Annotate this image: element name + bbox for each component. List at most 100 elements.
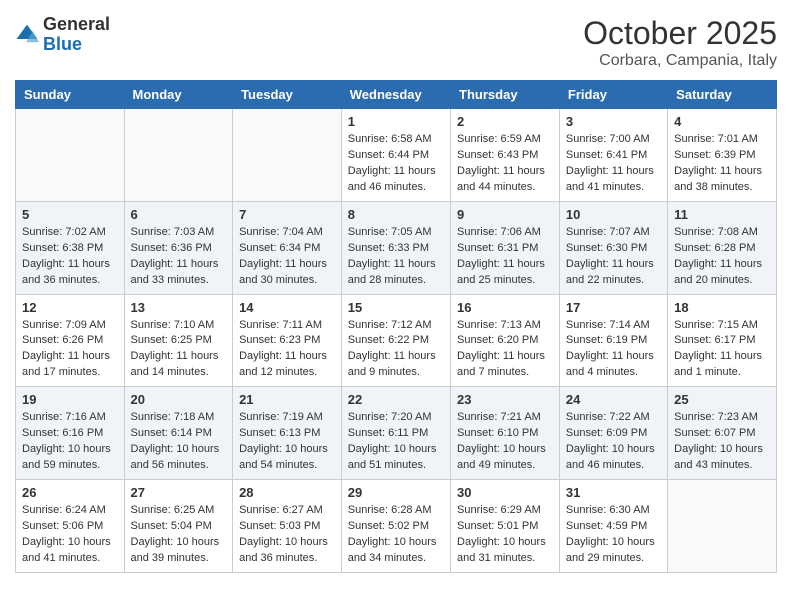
day-number: 22 [348,392,444,407]
calendar-week-row: 19 Sunrise: 7:16 AM Sunset: 6:16 PM Dayli… [16,387,777,480]
calendar-cell: 14 Sunrise: 7:11 AM Sunset: 6:23 PM Dayli… [233,294,342,387]
day-number: 7 [239,207,335,222]
day-info: Sunrise: 7:08 AM Sunset: 6:28 PM Dayligh… [674,225,770,289]
calendar-cell [124,109,233,202]
day-info: Sunrise: 7:02 AM Sunset: 6:38 PM Dayligh… [22,225,118,289]
day-number: 3 [566,114,661,129]
calendar-cell: 29 Sunrise: 6:28 AM Sunset: 5:02 PM Dayli… [341,480,450,573]
day-number: 11 [674,207,770,222]
day-number: 15 [348,300,444,315]
calendar-table: SundayMondayTuesdayWednesdayThursdayFrid… [15,80,777,573]
day-number: 28 [239,485,335,500]
day-number: 5 [22,207,118,222]
day-info: Sunrise: 7:10 AM Sunset: 6:25 PM Dayligh… [131,318,227,382]
calendar-cell: 23 Sunrise: 7:21 AM Sunset: 6:10 PM Dayli… [451,387,560,480]
calendar-cell: 26Sunrise: 6:24 AM Sunset: 5:06 PM Dayli… [16,480,125,573]
day-number: 8 [348,207,444,222]
day-info: Sunrise: 7:16 AM Sunset: 6:16 PM Dayligh… [22,410,118,474]
day-info: Sunrise: 7:11 AM Sunset: 6:23 PM Dayligh… [239,318,335,382]
day-info: Sunrise: 7:06 AM Sunset: 6:31 PM Dayligh… [457,225,553,289]
day-info: Sunrise: 6:27 AM Sunset: 5:03 PM Dayligh… [239,503,335,567]
calendar-cell: 7 Sunrise: 7:04 AM Sunset: 6:34 PM Daylig… [233,201,342,294]
month-title: October 2025 [583,15,777,52]
day-info: Sunrise: 6:29 AM Sunset: 5:01 PM Dayligh… [457,503,553,567]
day-number: 25 [674,392,770,407]
calendar-week-row: 1Sunrise: 6:58 AM Sunset: 6:44 PM Daylig… [16,109,777,202]
day-number: 20 [131,392,227,407]
calendar-week-row: 12Sunrise: 7:09 AM Sunset: 6:26 PM Dayli… [16,294,777,387]
day-header-thursday: Thursday [451,81,560,109]
day-number: 13 [131,300,227,315]
day-info: Sunrise: 7:00 AM Sunset: 6:41 PM Dayligh… [566,132,661,196]
calendar-cell: 25 Sunrise: 7:23 AM Sunset: 6:07 PM Dayli… [668,387,777,480]
calendar-cell: 17Sunrise: 7:14 AM Sunset: 6:19 PM Dayli… [559,294,667,387]
day-number: 21 [239,392,335,407]
day-info: Sunrise: 7:22 AM Sunset: 6:09 PM Dayligh… [566,410,661,474]
calendar-cell: 12Sunrise: 7:09 AM Sunset: 6:26 PM Dayli… [16,294,125,387]
logo: General Blue [15,15,110,55]
day-info: Sunrise: 7:01 AM Sunset: 6:39 PM Dayligh… [674,132,770,196]
calendar-cell: 11 Sunrise: 7:08 AM Sunset: 6:28 PM Dayli… [668,201,777,294]
calendar-week-row: 26Sunrise: 6:24 AM Sunset: 5:06 PM Dayli… [16,480,777,573]
day-number: 23 [457,392,553,407]
calendar-cell: 1Sunrise: 6:58 AM Sunset: 6:44 PM Daylig… [341,109,450,202]
calendar-cell: 3 Sunrise: 7:00 AM Sunset: 6:41 PM Daylig… [559,109,667,202]
day-info: Sunrise: 6:58 AM Sunset: 6:44 PM Dayligh… [348,132,444,196]
calendar-cell: 15 Sunrise: 7:12 AM Sunset: 6:22 PM Dayli… [341,294,450,387]
day-info: Sunrise: 7:20 AM Sunset: 6:11 PM Dayligh… [348,410,444,474]
day-number: 19 [22,392,118,407]
day-number: 18 [674,300,770,315]
day-number: 9 [457,207,553,222]
location-title: Corbara, Campania, Italy [583,52,777,70]
day-info: Sunrise: 7:04 AM Sunset: 6:34 PM Dayligh… [239,225,335,289]
calendar-cell: 27 Sunrise: 6:25 AM Sunset: 5:04 PM Dayli… [124,480,233,573]
day-info: Sunrise: 6:24 AM Sunset: 5:06 PM Dayligh… [22,503,118,567]
page-header: General Blue October 2025 Corbara, Campa… [15,15,777,70]
day-number: 31 [566,485,661,500]
calendar-cell: 19 Sunrise: 7:16 AM Sunset: 6:16 PM Dayli… [16,387,125,480]
calendar-cell: 24Sunrise: 7:22 AM Sunset: 6:09 PM Dayli… [559,387,667,480]
day-info: Sunrise: 7:18 AM Sunset: 6:14 PM Dayligh… [131,410,227,474]
title-block: October 2025 Corbara, Campania, Italy [583,15,777,70]
day-header-sunday: Sunday [16,81,125,109]
day-info: Sunrise: 7:19 AM Sunset: 6:13 PM Dayligh… [239,410,335,474]
day-info: Sunrise: 6:28 AM Sunset: 5:02 PM Dayligh… [348,503,444,567]
logo-icon [15,23,39,47]
day-header-wednesday: Wednesday [341,81,450,109]
calendar-cell: 18 Sunrise: 7:15 AM Sunset: 6:17 PM Dayli… [668,294,777,387]
day-number: 14 [239,300,335,315]
day-info: Sunrise: 7:14 AM Sunset: 6:19 PM Dayligh… [566,318,661,382]
day-info: Sunrise: 7:03 AM Sunset: 6:36 PM Dayligh… [131,225,227,289]
day-info: Sunrise: 7:23 AM Sunset: 6:07 PM Dayligh… [674,410,770,474]
calendar-week-row: 5 Sunrise: 7:02 AM Sunset: 6:38 PM Daylig… [16,201,777,294]
day-number: 4 [674,114,770,129]
calendar-cell: 21 Sunrise: 7:19 AM Sunset: 6:13 PM Dayli… [233,387,342,480]
day-info: Sunrise: 7:21 AM Sunset: 6:10 PM Dayligh… [457,410,553,474]
day-number: 2 [457,114,553,129]
day-number: 29 [348,485,444,500]
day-number: 10 [566,207,661,222]
calendar-cell [16,109,125,202]
calendar-cell: 28 Sunrise: 6:27 AM Sunset: 5:03 PM Dayli… [233,480,342,573]
calendar-cell: 31Sunrise: 6:30 AM Sunset: 4:59 PM Dayli… [559,480,667,573]
calendar-header-row: SundayMondayTuesdayWednesdayThursdayFrid… [16,81,777,109]
calendar-cell: 20 Sunrise: 7:18 AM Sunset: 6:14 PM Dayli… [124,387,233,480]
calendar-cell: 13 Sunrise: 7:10 AM Sunset: 6:25 PM Dayli… [124,294,233,387]
day-info: Sunrise: 6:25 AM Sunset: 5:04 PM Dayligh… [131,503,227,567]
calendar-cell: 2Sunrise: 6:59 AM Sunset: 6:43 PM Daylig… [451,109,560,202]
calendar-cell: 16 Sunrise: 7:13 AM Sunset: 6:20 PM Dayli… [451,294,560,387]
day-number: 6 [131,207,227,222]
logo-text: General Blue [43,15,110,55]
day-header-monday: Monday [124,81,233,109]
day-number: 16 [457,300,553,315]
calendar-cell: 6 Sunrise: 7:03 AM Sunset: 6:36 PM Daylig… [124,201,233,294]
day-info: Sunrise: 7:15 AM Sunset: 6:17 PM Dayligh… [674,318,770,382]
day-info: Sunrise: 7:09 AM Sunset: 6:26 PM Dayligh… [22,318,118,382]
calendar-cell: 5 Sunrise: 7:02 AM Sunset: 6:38 PM Daylig… [16,201,125,294]
day-info: Sunrise: 7:12 AM Sunset: 6:22 PM Dayligh… [348,318,444,382]
day-info: Sunrise: 7:13 AM Sunset: 6:20 PM Dayligh… [457,318,553,382]
day-info: Sunrise: 7:05 AM Sunset: 6:33 PM Dayligh… [348,225,444,289]
day-number: 27 [131,485,227,500]
calendar-cell [233,109,342,202]
calendar-cell: 10Sunrise: 7:07 AM Sunset: 6:30 PM Dayli… [559,201,667,294]
